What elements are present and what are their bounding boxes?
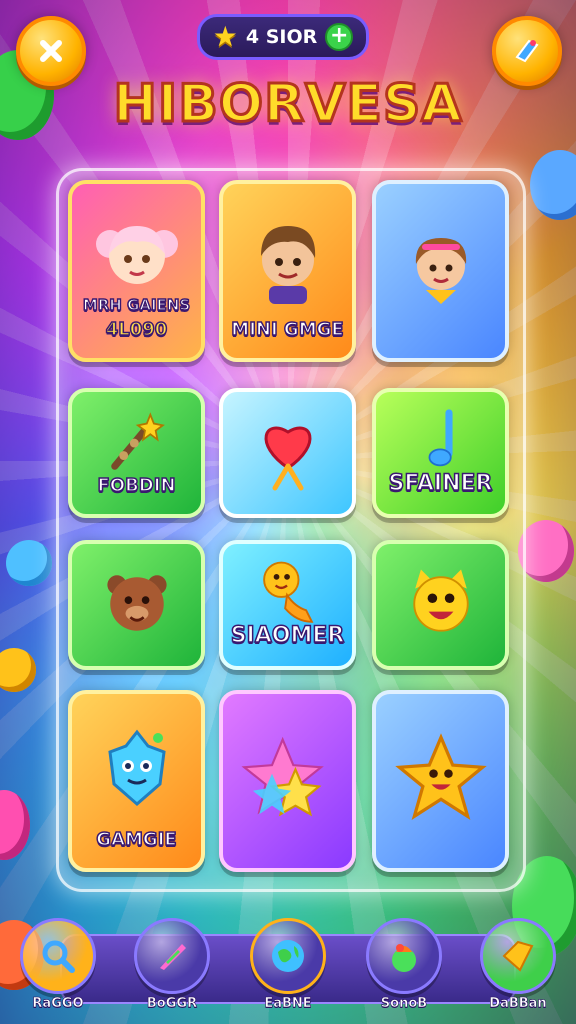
game-tile[interactable] (372, 180, 509, 362)
nav-item-label: DaBBan (489, 996, 547, 1012)
game-tile-label: FOBDIN (97, 474, 177, 497)
game-tile[interactable]: GAMGIE (68, 690, 205, 872)
nav-item[interactable]: BoGGR (132, 918, 212, 1014)
game-tile[interactable] (68, 540, 205, 670)
nav-item[interactable]: SonoB (364, 918, 444, 1014)
game-tile-label: SIAOMER (230, 622, 345, 649)
game-tile[interactable] (219, 690, 356, 872)
stars-icon (240, 731, 336, 831)
nav-item[interactable]: RaGGO (18, 918, 98, 1014)
game-tile[interactable] (372, 540, 509, 670)
star-count-text: 4 SIOR (245, 26, 318, 48)
game-tile[interactable]: FOBDIN (68, 388, 205, 518)
heart-wand-icon (243, 406, 333, 500)
game-tile-label: GAMGIE (96, 828, 178, 851)
nav-item[interactable]: DaBBan (478, 918, 558, 1014)
kid-avatar-icon (396, 224, 486, 318)
bottom-nav: RaGGO BoGGR EaBNE SonoB DaBBan (0, 918, 576, 1024)
game-title: HIBORVESA (112, 73, 463, 136)
star-face-icon (393, 731, 489, 831)
nav-item-label: EaBNE (264, 996, 312, 1012)
game-tile-score: 4L090 (105, 318, 168, 341)
close-icon (40, 40, 62, 62)
game-tile[interactable] (219, 388, 356, 518)
bag-icon (366, 918, 442, 994)
magnifier-icon (20, 918, 96, 994)
nav-item[interactable]: EaBNE (248, 918, 328, 1014)
boy-avatar-icon (243, 214, 333, 308)
game-tile-label: MINI GMGE (231, 318, 345, 341)
globe-icon (250, 918, 326, 994)
ticket-icon (480, 918, 556, 994)
game-tile-label: MRH GAIENS (82, 295, 191, 315)
game-tile-label: SFAINER (388, 470, 493, 497)
game-tile[interactable]: SFAINER (372, 388, 509, 518)
candy-decoration (6, 540, 52, 586)
game-tile[interactable]: MINI GMGE (219, 180, 356, 362)
robot-icon (92, 724, 182, 818)
candy-decoration (518, 520, 574, 582)
game-tile[interactable] (372, 690, 509, 872)
rocket-icon (134, 918, 210, 994)
star-icon: ★ (212, 20, 238, 53)
tag-icon (515, 39, 539, 63)
plus-icon[interactable]: + (325, 23, 354, 51)
game-tile[interactable]: MRH GAIENS 4L090 (68, 180, 205, 362)
nav-item-label: RaGGO (32, 996, 84, 1012)
nav-item-label: SonoB (380, 996, 428, 1012)
bear-icon (94, 560, 180, 650)
girl-avatar-icon (92, 214, 182, 308)
game-tile[interactable]: SIAOMER (219, 540, 356, 670)
star-counter[interactable]: ★ 4 SIOR + (197, 14, 369, 60)
cat-face-icon (398, 560, 484, 650)
nav-item-label: BoGGR (146, 996, 198, 1012)
